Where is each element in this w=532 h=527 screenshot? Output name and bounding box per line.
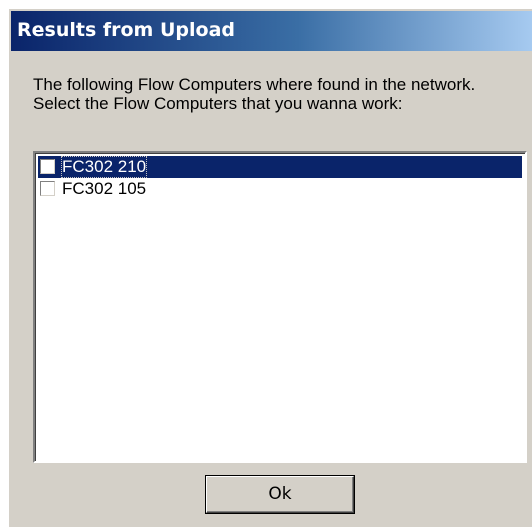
list-item-checkbox[interactable] bbox=[40, 159, 55, 174]
title-bar[interactable]: Results from Upload bbox=[11, 11, 532, 51]
list-item[interactable]: FC302 210 bbox=[38, 156, 522, 178]
dialog-title: Results from Upload bbox=[17, 19, 235, 41]
ok-button[interactable]: Ok bbox=[206, 476, 354, 513]
list-item-label: FC302 210 bbox=[60, 156, 148, 178]
list-item-checkbox[interactable] bbox=[40, 181, 55, 196]
results-dialog: Results from Upload The following Flow C… bbox=[8, 8, 532, 527]
list-item[interactable]: FC302 105 bbox=[38, 178, 522, 200]
list-item-label: FC302 105 bbox=[62, 179, 147, 198]
instruction-text: The following Flow Computers where found… bbox=[33, 75, 476, 113]
flow-computers-list[interactable]: FC302 210 FC302 105 bbox=[33, 151, 527, 463]
